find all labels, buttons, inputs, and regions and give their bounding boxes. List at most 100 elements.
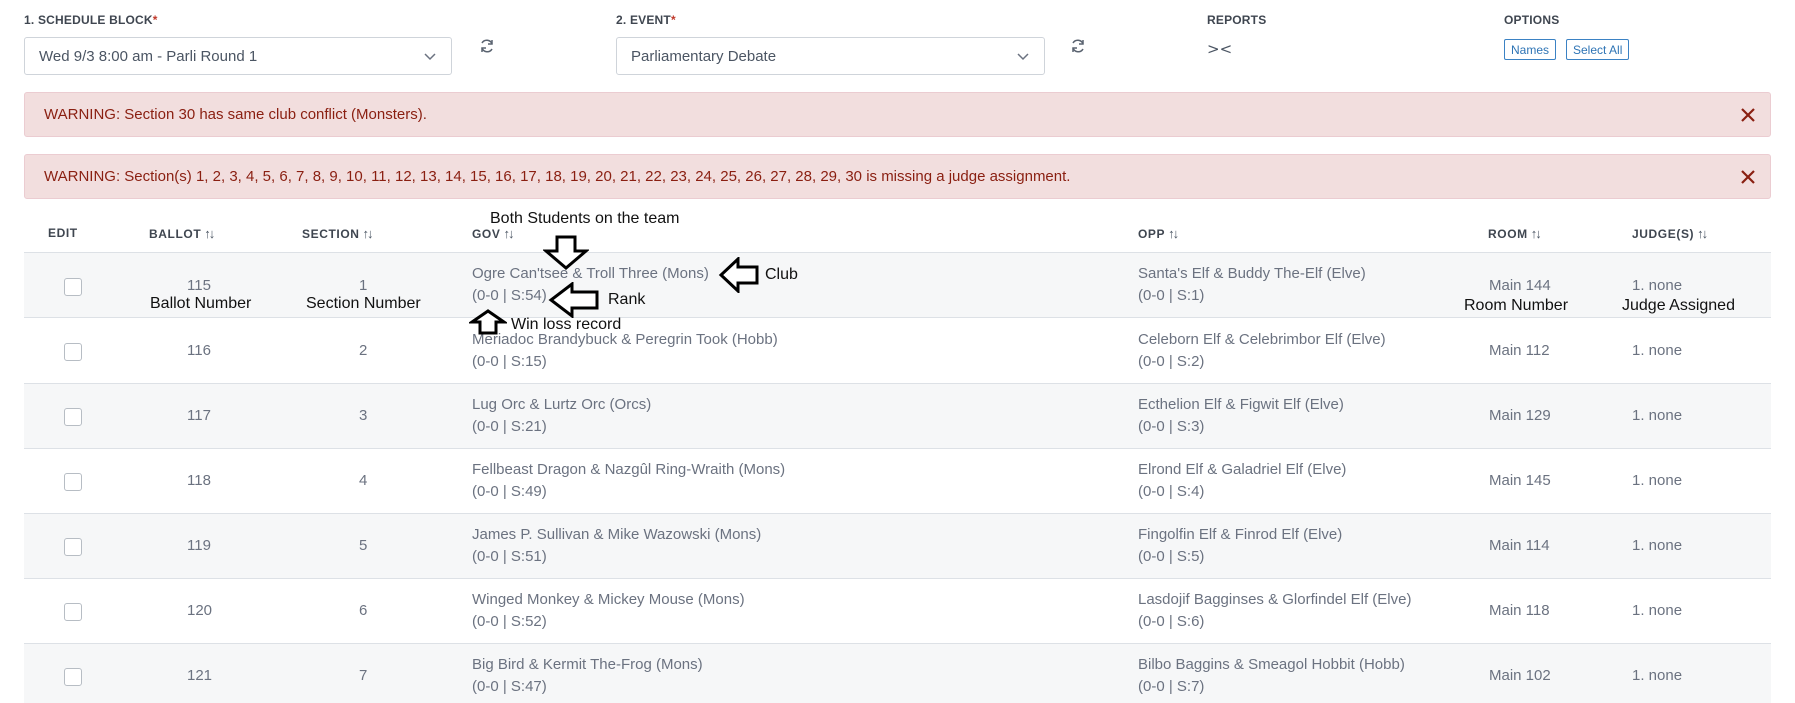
- gov-record: (0-0 | S:49): [472, 483, 547, 500]
- opp-names: Santa's Elf & Buddy The-Elf (Elve): [1138, 265, 1366, 282]
- judge-cell[interactable]: 1. none: [1632, 407, 1682, 424]
- close-icon[interactable]: [1740, 169, 1756, 185]
- gov-names: James P. Sullivan & Mike Wazowski (Mons): [472, 526, 762, 543]
- select-all-button[interactable]: Select All: [1566, 39, 1630, 60]
- ballot-cell: 121: [187, 667, 213, 684]
- table-row: 120 6 Winged Monkey & Mickey Mouse (Mons…: [24, 579, 1771, 644]
- ballot-cell: 117: [187, 407, 211, 424]
- table-row: 118 4 Fellbeast Dragon & Nazgûl Ring-Wra…: [24, 449, 1771, 514]
- header-judges-label: JUDGE(S): [1632, 226, 1695, 241]
- close-icon[interactable]: [1740, 107, 1756, 123]
- gov-cell[interactable]: James P. Sullivan & Mike Wazowski (Mons)…: [472, 524, 761, 568]
- room-cell: Main 112: [1489, 342, 1550, 359]
- opp-cell[interactable]: Fingolfin Elf & Finrod Elf (Elve) (0-0 |…: [1138, 524, 1342, 568]
- table-row: 121 7 Big Bird & Kermit The-Frog (Mons) …: [24, 644, 1771, 703]
- ballot-cell: 115: [187, 277, 211, 294]
- header-gov[interactable]: GOV ↑↓: [472, 226, 514, 241]
- opp-cell[interactable]: Ecthelion Elf & Figwit Elf (Elve) (0-0 |…: [1138, 394, 1344, 438]
- room-cell: Main 118: [1489, 602, 1550, 619]
- schedule-block-value: Wed 9/3 8:00 am - Parli Round 1: [39, 47, 258, 65]
- schedule-block-select[interactable]: Wed 9/3 8:00 am - Parli Round 1: [24, 37, 452, 75]
- refresh-icon[interactable]: [479, 38, 495, 54]
- judge-cell[interactable]: 1. none: [1632, 537, 1682, 554]
- chevron-down-icon: [1017, 53, 1029, 61]
- gov-cell[interactable]: Fellbeast Dragon & Nazgûl Ring-Wraith (M…: [472, 459, 785, 503]
- opp-names: Fingolfin Elf & Finrod Elf (Elve): [1138, 526, 1343, 543]
- gov-cell[interactable]: Winged Monkey & Mickey Mouse (Mons) (0-0…: [472, 589, 745, 633]
- alert-text: WARNING: Section 30 has same club confli…: [44, 106, 427, 123]
- room-cell: Main 129: [1489, 407, 1551, 424]
- refresh-icon[interactable]: [1070, 38, 1086, 54]
- opp-cell[interactable]: Lasdojif Bagginses & Glorfindel Elf (Elv…: [1138, 589, 1411, 633]
- opp-cell[interactable]: Santa's Elf & Buddy The-Elf (Elve) (0-0 …: [1138, 263, 1366, 307]
- sort-icon[interactable]: ↑↓: [503, 226, 514, 241]
- gov-record: (0-0 | S:52): [472, 613, 547, 630]
- judge-cell[interactable]: 1. none: [1632, 472, 1682, 489]
- judge-cell[interactable]: 1. none: [1632, 667, 1682, 684]
- schedule-block-label: 1. SCHEDULE BLOCK*: [24, 13, 158, 27]
- header-edit-label: EDIT: [48, 226, 78, 240]
- edit-checkbox[interactable]: [64, 278, 82, 296]
- opp-cell[interactable]: Celeborn Elf & Celebrimbor Elf (Elve) (0…: [1138, 329, 1386, 373]
- table-row: 117 3 Lug Orc & Lurtz Orc (Orcs) (0-0 | …: [24, 384, 1771, 449]
- ballot-cell: 119: [187, 537, 211, 554]
- chevron-down-icon: [424, 53, 436, 61]
- gov-names: Big Bird & Kermit The-Frog (Mons): [472, 656, 703, 673]
- opp-record: (0-0 | S:2): [1138, 353, 1205, 370]
- judge-cell[interactable]: 1. none: [1632, 342, 1682, 359]
- edit-checkbox[interactable]: [64, 538, 82, 556]
- opp-names: Bilbo Baggins & Smeagol Hobbit (Hobb): [1138, 656, 1405, 673]
- gov-names: Fellbeast Dragon & Nazgûl Ring-Wraith (M…: [472, 461, 786, 478]
- required-mark: *: [152, 13, 158, 27]
- header-gov-label: GOV: [472, 226, 501, 241]
- room-cell: Main 114: [1489, 537, 1550, 554]
- gov-names: Winged Monkey & Mickey Mouse (Mons): [472, 591, 745, 608]
- event-label: 2. EVENT*: [616, 13, 676, 27]
- opp-record: (0-0 | S:5): [1138, 548, 1205, 565]
- edit-checkbox[interactable]: [64, 473, 82, 491]
- opp-record: (0-0 | S:1): [1138, 287, 1205, 304]
- edit-checkbox[interactable]: [64, 603, 82, 621]
- ballot-cell: 118: [187, 472, 211, 489]
- header-section[interactable]: SECTION ↑↓: [302, 226, 374, 241]
- event-select[interactable]: Parliamentary Debate: [616, 37, 1045, 75]
- gov-cell[interactable]: Big Bird & Kermit The-Frog (Mons) (0-0 |…: [472, 654, 703, 698]
- collapse-icon[interactable]: ><: [1207, 40, 1232, 58]
- judge-cell[interactable]: 1. none: [1632, 277, 1682, 294]
- sort-icon[interactable]: ↑↓: [363, 226, 374, 241]
- opp-cell[interactable]: Bilbo Baggins & Smeagol Hobbit (Hobb) (0…: [1138, 654, 1405, 698]
- edit-checkbox[interactable]: [64, 343, 82, 361]
- section-cell: 6: [359, 602, 368, 619]
- event-label-text: 2. EVENT: [616, 13, 671, 27]
- sort-icon[interactable]: ↑↓: [1531, 226, 1542, 241]
- section-cell: 3: [359, 407, 368, 424]
- reports-label: REPORTS: [1207, 13, 1267, 27]
- gov-cell[interactable]: Meriadoc Brandybuck & Peregrin Took (Hob…: [472, 329, 778, 373]
- sort-icon[interactable]: ↑↓: [1697, 226, 1708, 241]
- opp-cell[interactable]: Elrond Elf & Galadriel Elf (Elve) (0-0 |…: [1138, 459, 1346, 503]
- header-opp[interactable]: OPP ↑↓: [1138, 226, 1179, 241]
- header-room-label: ROOM: [1488, 226, 1528, 241]
- annotation-rank: Rank: [608, 291, 646, 308]
- sort-icon[interactable]: ↑↓: [1168, 226, 1179, 241]
- edit-checkbox[interactable]: [64, 408, 82, 426]
- room-cell: Main 144: [1489, 277, 1551, 294]
- table-row: 119 5 James P. Sullivan & Mike Wazowski …: [24, 514, 1771, 579]
- gov-names: Lug Orc & Lurtz Orc (Orcs): [472, 396, 652, 413]
- edit-checkbox[interactable]: [64, 668, 82, 686]
- alert-text: WARNING: Section(s) 1, 2, 3, 4, 5, 6, 7,…: [44, 168, 1071, 185]
- section-cell: 7: [359, 667, 368, 684]
- annotation-section-number: Section Number: [306, 295, 421, 312]
- annotation-club: Club: [765, 266, 798, 283]
- header-room[interactable]: ROOM ↑↓: [1488, 226, 1542, 241]
- ballot-cell: 120: [187, 602, 213, 619]
- names-button[interactable]: Names: [1504, 39, 1557, 60]
- header-judges[interactable]: JUDGE(S) ↑↓: [1632, 226, 1708, 241]
- arrow-left-icon: [718, 257, 759, 293]
- sort-icon[interactable]: ↑↓: [204, 226, 215, 241]
- gov-cell[interactable]: Lug Orc & Lurtz Orc (Orcs) (0-0 | S:21): [472, 394, 651, 438]
- header-ballot[interactable]: BALLOT ↑↓: [149, 226, 215, 241]
- schedule-block-label-text: 1. SCHEDULE BLOCK: [24, 13, 153, 27]
- arrow-down-icon: [543, 235, 589, 270]
- judge-cell[interactable]: 1. none: [1632, 602, 1682, 619]
